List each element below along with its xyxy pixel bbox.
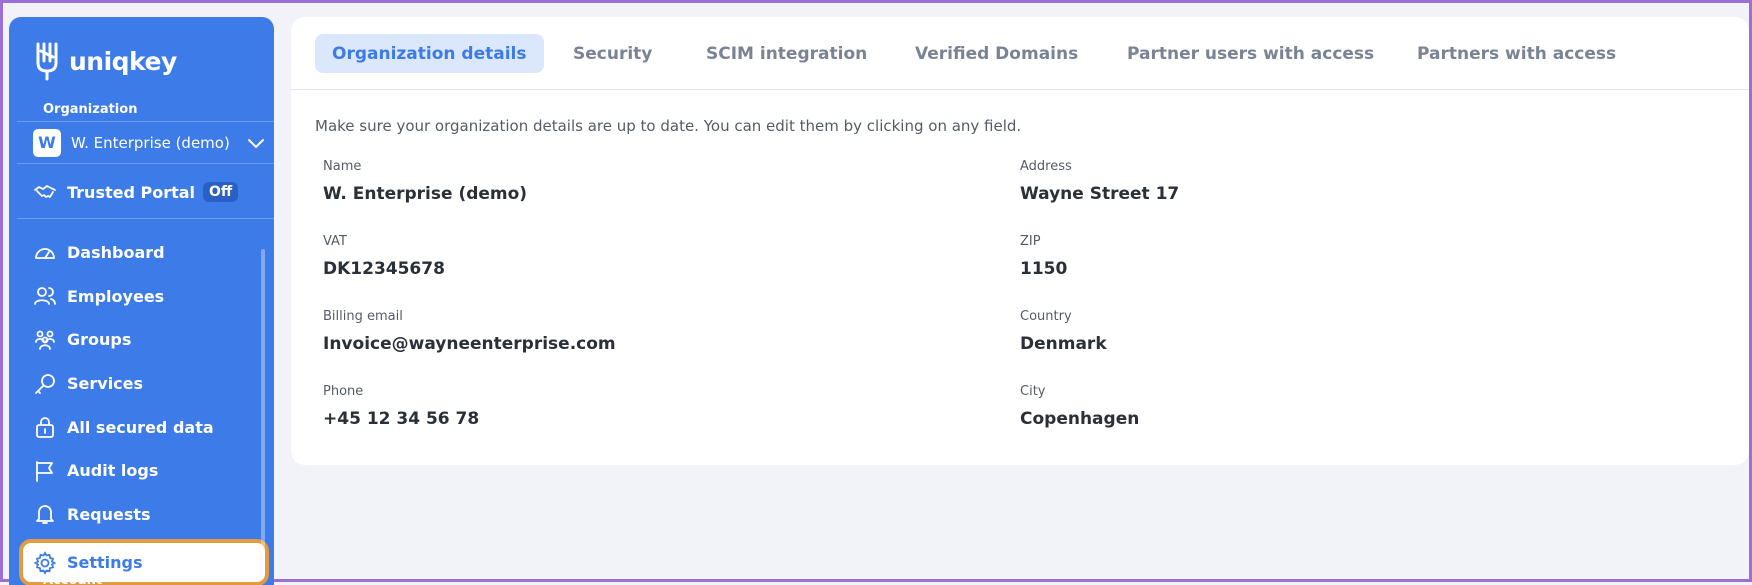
field-value: Copenhagen — [1020, 409, 1140, 429]
logo-text: uniqkey — [69, 46, 177, 76]
logo[interactable]: uniqkey — [33, 41, 177, 81]
field-label: Name — [323, 159, 362, 174]
intro-text: Make sure your organization details are … — [315, 117, 1022, 135]
trusted-portal-status-badge: Off — [203, 182, 239, 202]
lock-icon — [36, 417, 54, 439]
bell-icon — [36, 505, 54, 525]
employees-icon — [34, 287, 56, 306]
trusted-portal-label: Trusted Portal — [67, 182, 196, 202]
field-label: ZIP — [1020, 234, 1041, 249]
country-field[interactable]: Country Denmark — [1020, 309, 1107, 354]
field-label: City — [1020, 384, 1046, 399]
settings-tabs: Organization details Security SCIM integ… — [291, 17, 1749, 90]
sidebar-item-employees[interactable]: Employees — [9, 275, 274, 319]
trusted-portal-item[interactable]: Trusted Portal Off — [33, 177, 239, 207]
field-value: W. Enterprise (demo) — [323, 184, 528, 204]
field-label: Country — [1020, 309, 1072, 324]
field-value: DK12345678 — [323, 259, 445, 279]
groups-icon — [35, 330, 55, 350]
field-label: Phone — [323, 384, 364, 399]
sidebar-item-label: Requests — [67, 504, 151, 524]
flag-icon — [36, 460, 53, 482]
sidebar-scrollbar[interactable] — [261, 249, 265, 549]
tab-partners-with-access[interactable]: Partners with access — [1417, 34, 1616, 73]
sidebar-item-requests[interactable]: Requests — [9, 493, 274, 537]
account-section-label: Account — [43, 573, 103, 585]
sidebar-item-label: Employees — [67, 286, 165, 306]
org-avatar: W — [33, 128, 61, 157]
organization-label: Organization — [43, 102, 138, 117]
phone-field[interactable]: Phone +45 12 34 56 78 — [323, 384, 479, 429]
chevron-down-icon — [248, 139, 264, 149]
tab-scim-integration[interactable]: SCIM integration — [706, 34, 867, 73]
field-label: Address — [1020, 159, 1072, 174]
organization-selector[interactable]: W W. Enterprise (demo) — [17, 121, 274, 164]
sidebar-divider — [17, 218, 274, 219]
billing-email-field[interactable]: Billing email Invoice@wayneenterprise.co… — [323, 309, 616, 354]
sidebar-item-label: Audit logs — [67, 461, 159, 481]
field-value: Invoice@wayneenterprise.com — [323, 334, 616, 354]
sidebar-item-services[interactable]: Services — [9, 362, 274, 406]
tab-partner-users-with-access[interactable]: Partner users with access — [1127, 34, 1374, 73]
sidebar-item-groups[interactable]: Groups — [9, 318, 274, 362]
field-value: 1150 — [1020, 259, 1068, 279]
tab-security[interactable]: Security — [573, 34, 652, 73]
vat-field[interactable]: VAT DK12345678 — [323, 234, 445, 279]
city-field[interactable]: City Copenhagen — [1020, 384, 1139, 429]
field-label: Billing email — [323, 309, 403, 324]
dashboard-icon — [35, 247, 55, 259]
organization-details-card: Organization details Security SCIM integ… — [291, 17, 1749, 465]
gear-icon — [33, 550, 57, 575]
sidebar-item-label: Dashboard — [67, 243, 165, 263]
address-field[interactable]: Address Wayne Street 17 — [1020, 159, 1179, 204]
sidebar-item-label: All secured data — [67, 417, 214, 437]
sidebar-nav: Dashboard Employees Groups Services All … — [9, 231, 274, 585]
sidebar-item-all-secured-data[interactable]: All secured data — [9, 405, 274, 449]
name-field[interactable]: Name W. Enterprise (demo) — [323, 159, 527, 204]
sidebar-item-label: Groups — [67, 330, 132, 350]
field-label: VAT — [323, 234, 347, 249]
tab-verified-domains[interactable]: Verified Domains — [915, 34, 1078, 73]
zip-field[interactable]: ZIP 1150 — [1020, 234, 1067, 279]
field-value: Denmark — [1020, 334, 1107, 354]
sidebar-item-audit-logs[interactable]: Audit logs — [9, 449, 274, 493]
field-value: +45 12 34 56 78 — [323, 409, 480, 429]
key-icon — [35, 373, 55, 394]
uniqkey-logo-icon — [36, 42, 58, 81]
app-frame: uniqkey Organization W W. Enterprise (de… — [0, 0, 1752, 585]
sidebar-item-label: Settings — [67, 553, 143, 573]
org-name: W. Enterprise (demo) — [71, 133, 230, 152]
tab-organization-details[interactable]: Organization details — [315, 34, 544, 73]
field-value: Wayne Street 17 — [1020, 184, 1180, 204]
sidebar-item-label: Services — [67, 374, 144, 394]
sidebar: uniqkey Organization W W. Enterprise (de… — [9, 17, 274, 585]
sidebar-item-dashboard[interactable]: Dashboard — [9, 231, 274, 275]
handshake-icon — [34, 185, 56, 198]
